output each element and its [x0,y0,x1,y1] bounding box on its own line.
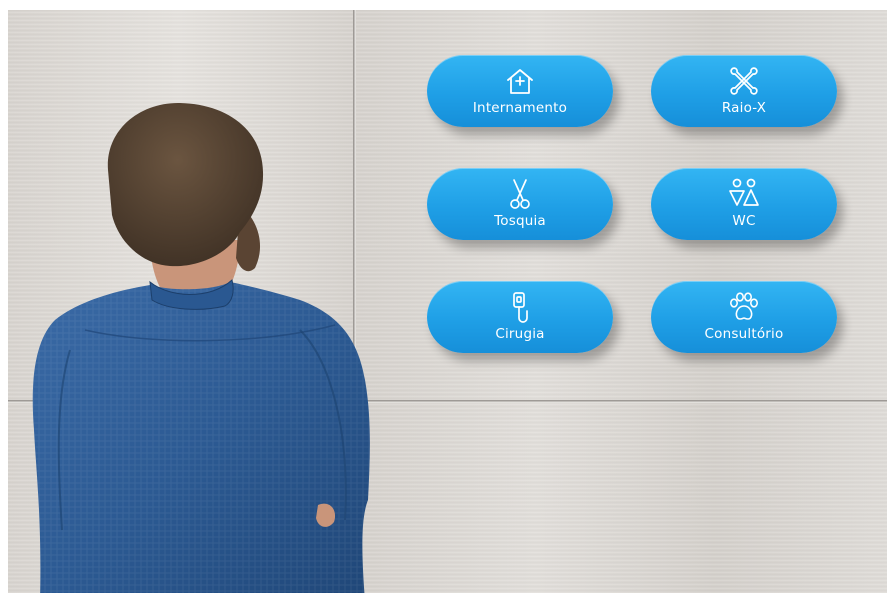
border-left [0,0,8,601]
border-bottom [0,593,893,601]
man-from-behind [32,102,370,601]
photo-scene: Internamento Raio-X Tosquia WC Cirugia C… [0,0,893,601]
border-right [887,0,893,601]
border-top [0,0,893,10]
